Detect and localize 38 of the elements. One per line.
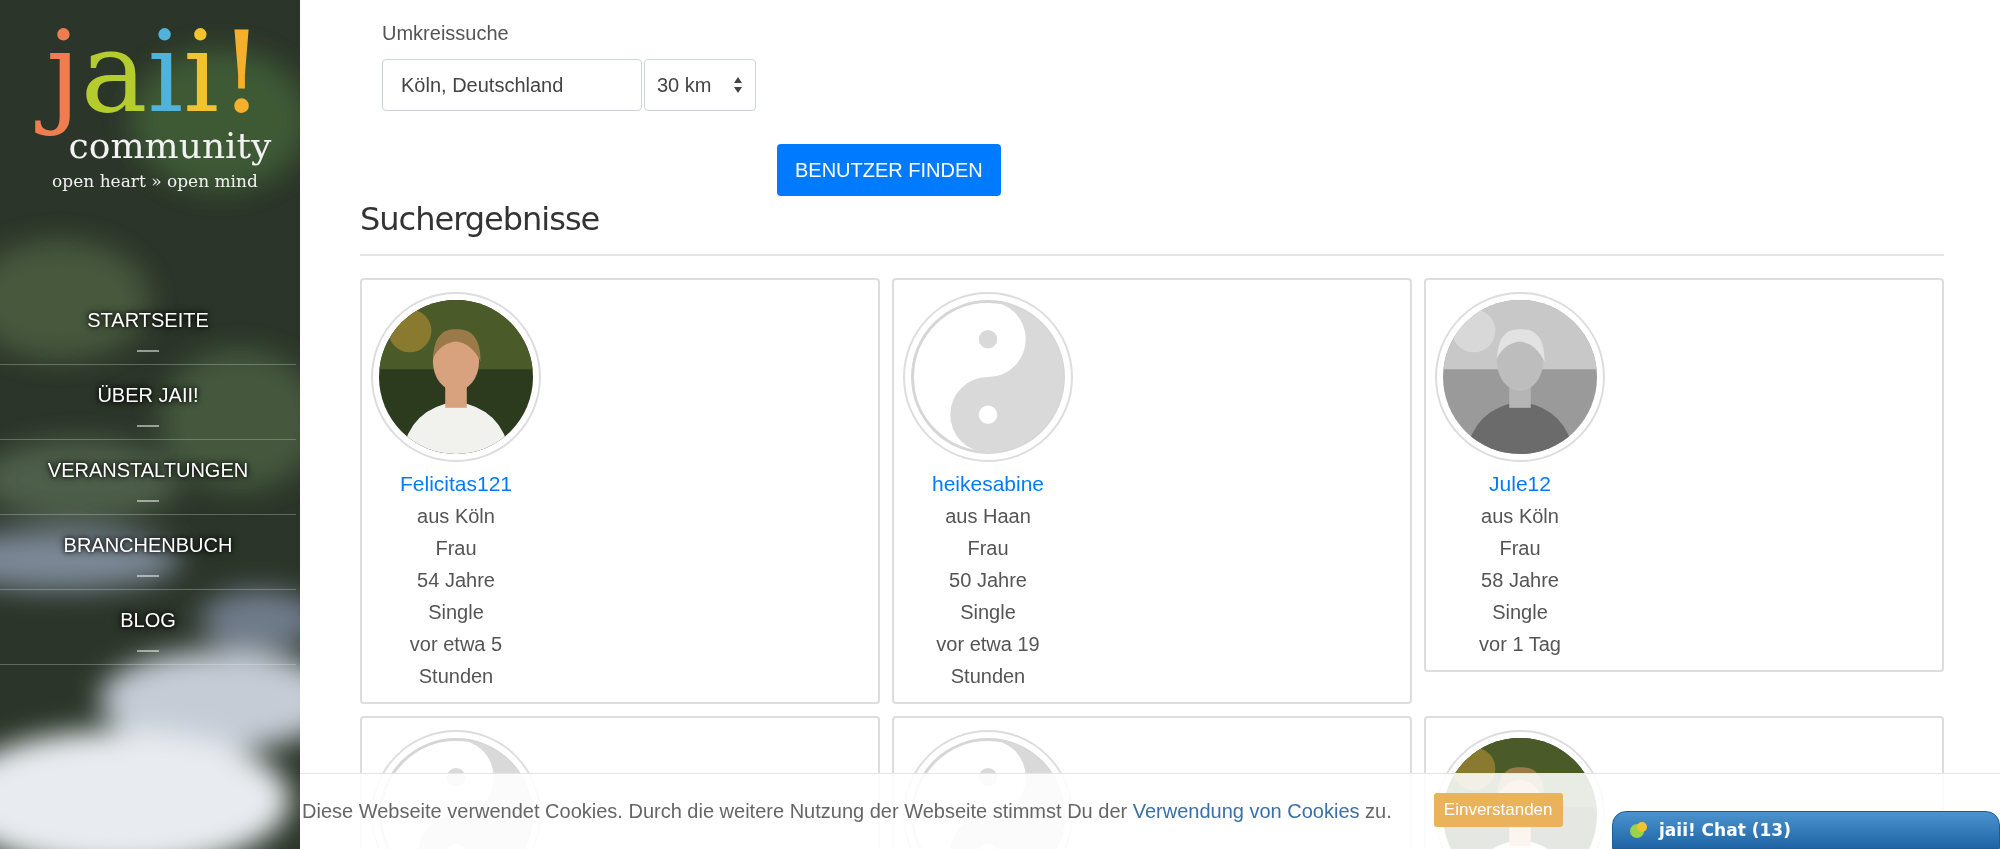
chat-icon bbox=[1629, 820, 1649, 840]
sort-arrows-icon bbox=[733, 76, 743, 94]
find-users-button[interactable]: BENUTZER FINDEN bbox=[777, 144, 1001, 196]
chat-button[interactable]: jaii! Chat (13) bbox=[1612, 811, 2000, 849]
profile-detail: Single bbox=[1492, 600, 1548, 625]
logo-letter: a bbox=[80, 6, 148, 137]
profile-detail: Frau bbox=[1499, 536, 1541, 561]
profile-detail: 54 Jahre bbox=[417, 568, 495, 593]
location-field[interactable]: Köln, Deutschland bbox=[382, 59, 642, 111]
nav-link[interactable]: ÜBER JAII! bbox=[97, 383, 199, 407]
profile-detail: aus Haan bbox=[945, 504, 1031, 529]
nav-link[interactable]: STARTSEITE bbox=[87, 308, 209, 332]
section-heading: Suchergebnisse bbox=[360, 196, 1944, 256]
profile-name-link[interactable]: heikesabine bbox=[931, 468, 1045, 500]
profile-detail: aus Köln bbox=[417, 504, 495, 529]
profile-detail: vor 1 Tag bbox=[1479, 632, 1561, 657]
cookie-policy-link[interactable]: Verwendung von Cookies bbox=[1132, 800, 1360, 822]
logo-letter: i bbox=[147, 6, 184, 137]
nav-link[interactable]: VERANSTALTUNGEN bbox=[47, 458, 249, 482]
cookie-text: Diese Webseite verwendet Cookies. Durch die weitere Nutzung der Webseite stimmst Du der Verwendung von Cookies zu. bbox=[302, 800, 1392, 823]
logo-letter: i bbox=[183, 6, 220, 137]
yin-yang-icon bbox=[911, 300, 1065, 454]
field-label: Umkreissuche bbox=[382, 22, 510, 45]
logo-tagline: open heart » open mind bbox=[52, 170, 258, 191]
profile-detail: aus Köln bbox=[1481, 504, 1559, 529]
profile-detail: 50 Jahre bbox=[949, 568, 1027, 593]
nav-link[interactable]: BRANCHENBUCH bbox=[63, 533, 233, 557]
profile-name-link[interactable]: Felicitas121 bbox=[399, 468, 513, 500]
profile-detail: vor etwa 19 Stunden bbox=[935, 632, 1041, 689]
profile-detail: Single bbox=[428, 600, 484, 625]
nav-link[interactable]: BLOG bbox=[120, 608, 176, 632]
profile-detail: Frau bbox=[967, 536, 1009, 561]
profile-detail: 58 Jahre bbox=[1481, 568, 1559, 593]
profile-detail: Frau bbox=[435, 536, 477, 561]
profile-name-link[interactable]: Jule12 bbox=[1489, 468, 1551, 500]
profile-detail: vor etwa 5 Stunden bbox=[408, 632, 504, 689]
profile-detail: Single bbox=[960, 600, 1016, 625]
radius-select[interactable]: 30 km bbox=[644, 59, 756, 111]
